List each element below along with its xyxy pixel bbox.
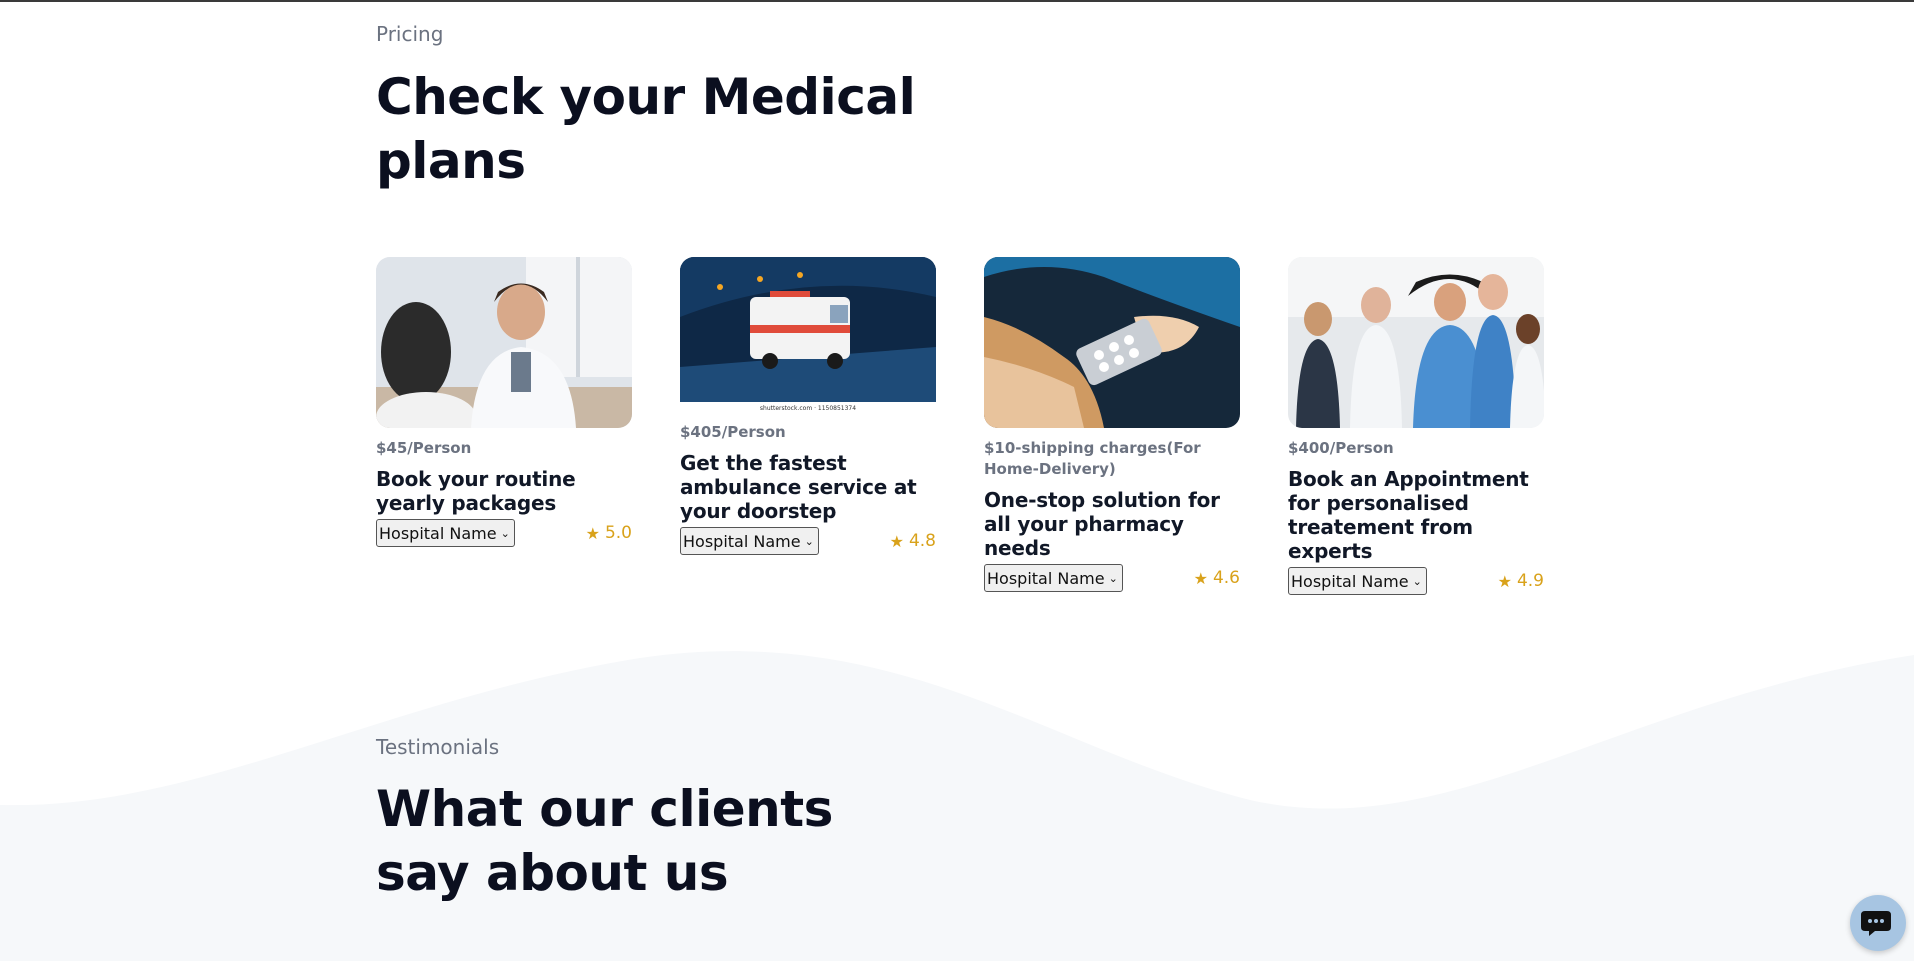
plan-rating: ★ 4.8 — [889, 531, 936, 551]
plan-rating: ★ 4.9 — [1497, 571, 1544, 591]
plan-card[interactable]: shutterstock.com · 1150851374 $405/Perso… — [680, 257, 936, 555]
chevron-down-icon: ⌄ — [1412, 574, 1422, 588]
testimonials-heading: What our clients say about us — [376, 780, 833, 902]
hospital-select[interactable]: Hospital Name ⌄ — [1288, 567, 1427, 595]
chevron-down-icon: ⌄ — [500, 526, 510, 540]
chevron-down-icon: ⌄ — [804, 534, 814, 548]
plan-title: Get the fastest ambulance service at you… — [680, 451, 917, 523]
star-icon: ★ — [585, 523, 600, 543]
plan-price: $400/Person — [1288, 439, 1394, 457]
chat-icon — [1861, 911, 1891, 936]
plan-rating: ★ 5.0 — [585, 523, 632, 543]
hospital-select[interactable]: Hospital Name ⌄ — [680, 527, 819, 555]
plan-price: $45/Person — [376, 439, 472, 457]
plan-card[interactable]: $400/Person Book an Appointment for pers… — [1288, 257, 1544, 595]
doctor-consultation-photo — [376, 257, 632, 428]
plan-price: $10-shipping charges(For Home-Delivery) — [984, 439, 1201, 478]
plan-price: $405/Person — [680, 423, 786, 441]
star-icon: ★ — [889, 531, 904, 551]
star-icon: ★ — [1497, 571, 1512, 591]
plan-card[interactable]: $10-shipping charges(For Home-Delivery) … — [984, 257, 1240, 592]
plan-title: One-stop solution for all your pharmacy … — [984, 488, 1220, 560]
star-icon: ★ — [1193, 568, 1208, 588]
hospital-select[interactable]: Hospital Name ⌄ — [984, 564, 1123, 592]
pricing-eyebrow: Pricing — [376, 22, 444, 46]
chat-button[interactable] — [1850, 895, 1906, 951]
testimonials-wave-background — [0, 651, 1914, 961]
pricing-heading: Check your Medical plans — [376, 68, 916, 190]
pills-handover-photo — [984, 257, 1240, 428]
plan-card[interactable]: $45/Person Book your routine yearly pack… — [376, 257, 632, 547]
chevron-down-icon: ⌄ — [1108, 571, 1118, 585]
plan-title: Book an Appointment for personalised tre… — [1288, 467, 1529, 563]
plan-title: Book your routine yearly packages — [376, 467, 576, 515]
top-border — [0, 0, 1914, 2]
testimonials-eyebrow: Testimonials — [376, 735, 500, 759]
ambulance-photo: shutterstock.com · 1150851374 — [680, 257, 936, 412]
image-caption: shutterstock.com · 1150851374 — [760, 405, 856, 412]
hospital-select[interactable]: Hospital Name ⌄ — [376, 519, 515, 547]
medical-team-photo — [1288, 257, 1544, 428]
plan-rating: ★ 4.6 — [1193, 568, 1240, 588]
